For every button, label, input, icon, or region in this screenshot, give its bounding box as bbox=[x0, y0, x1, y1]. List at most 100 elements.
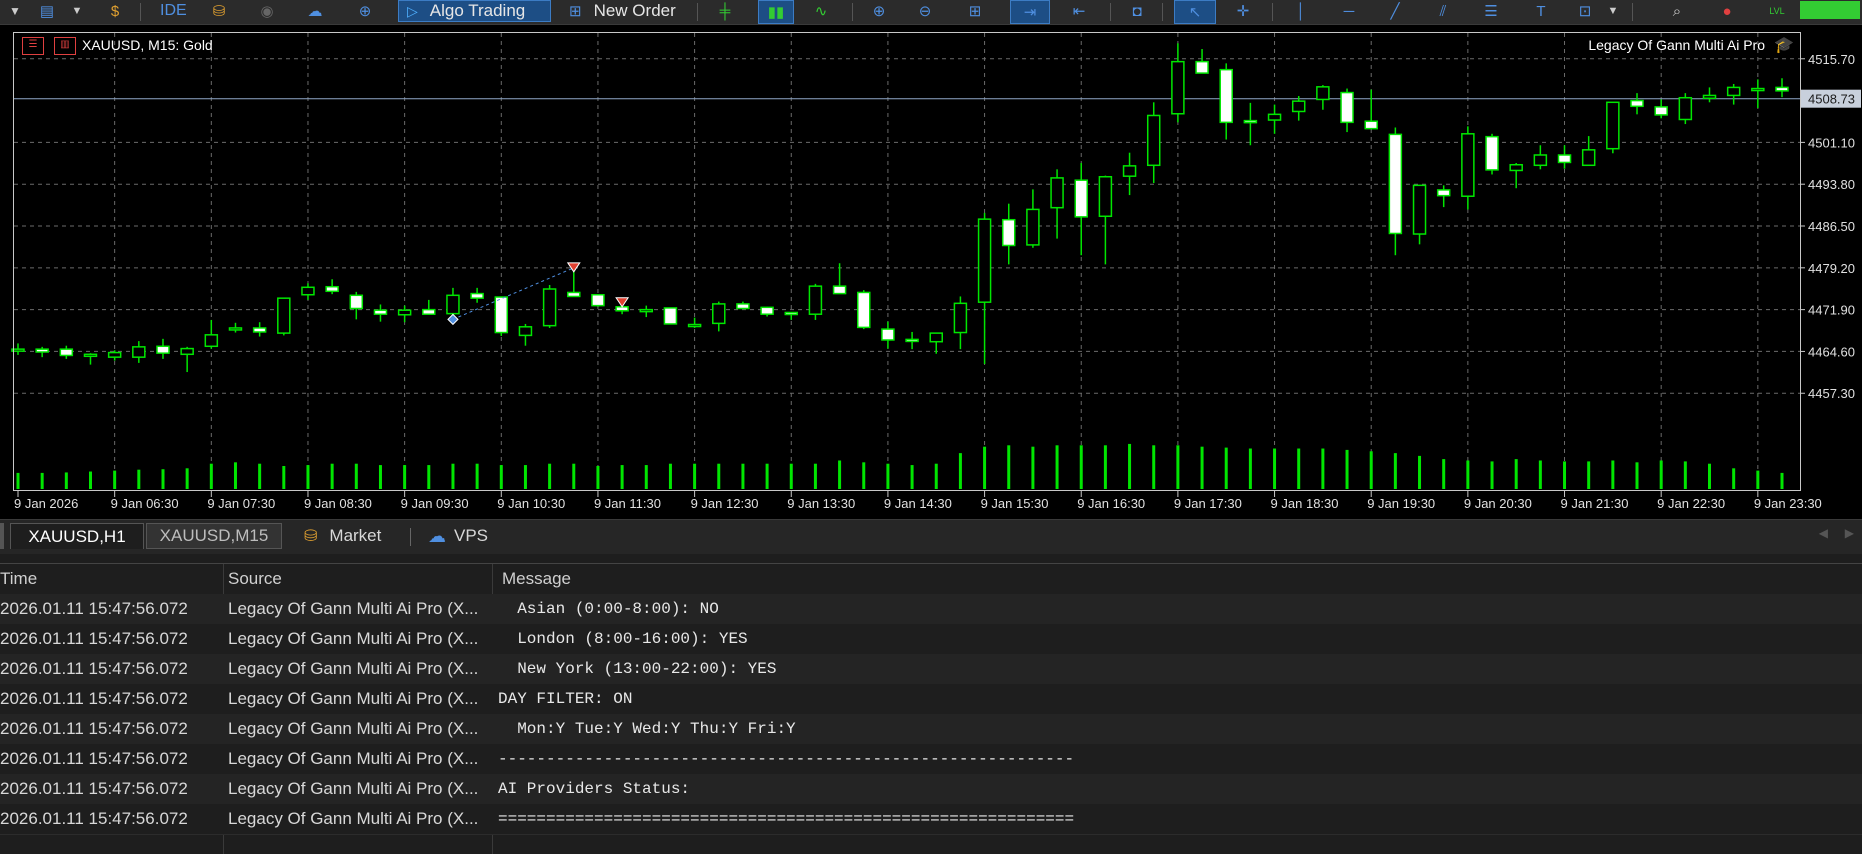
x-axis-tick-label: 9 Jan 19:30 bbox=[1367, 496, 1435, 511]
tab-market-label: Market bbox=[329, 526, 382, 545]
tab-xauusd-h1[interactable]: XAUUSD,H1 bbox=[10, 523, 144, 549]
add-globe-icon[interactable]: ⊕ bbox=[352, 0, 378, 22]
journal-row[interactable]: 2026.01.11 15:47:56.072 Legacy Of Gann Mu… bbox=[0, 774, 1862, 805]
header-source[interactable]: Source bbox=[228, 564, 490, 594]
auto-scroll-icon[interactable]: ⇥ bbox=[1010, 0, 1050, 24]
zoom-out-icon[interactable]: ⊖ bbox=[912, 0, 938, 22]
search-icon[interactable]: ⌕ bbox=[1664, 0, 1690, 22]
x-axis-tick-label: 9 Jan 06:30 bbox=[111, 496, 179, 511]
ide-button[interactable]: IDE bbox=[152, 0, 197, 22]
header-time[interactable]: Time bbox=[0, 564, 222, 594]
fibonacci-icon[interactable]: ☰ bbox=[1478, 0, 1504, 22]
tab-scroll-right-icon[interactable]: ▶ bbox=[1845, 526, 1854, 540]
x-axis-tick-label: 9 Jan 22:30 bbox=[1657, 496, 1725, 511]
new-order-button[interactable]: ⊞ New Order bbox=[561, 0, 691, 22]
y-axis-tick-label: 4515.70 bbox=[1808, 52, 1855, 67]
tab-market[interactable]: ⛁ Market bbox=[304, 523, 381, 549]
chart-frame bbox=[13, 32, 1801, 491]
x-axis-tick-label: 9 Jan 23:30 bbox=[1754, 496, 1822, 511]
log-message: London (8:00-16:00): YES bbox=[498, 630, 748, 648]
x-axis-tick-label: 9 Jan 07:30 bbox=[207, 496, 275, 511]
dropdown-arrow-icon[interactable]: ▼ bbox=[2, 0, 28, 22]
x-axis-tick-label: 9 Jan 17:30 bbox=[1174, 496, 1242, 511]
journal-row[interactable]: 2026.01.11 15:47:56.072 Legacy Of Gann Mu… bbox=[0, 804, 1862, 835]
x-axis-tick-label: 9 Jan 2026 bbox=[14, 496, 78, 511]
x-axis-tick-label: 9 Jan 11:30 bbox=[594, 496, 661, 511]
journal-row[interactable]: 2026.01.11 15:47:56.072 Legacy Of Gann Mu… bbox=[0, 654, 1862, 685]
tab-xauusd-m15[interactable]: XAUUSD,M15 bbox=[146, 523, 282, 549]
log-message: AI Providers Status: bbox=[498, 780, 691, 798]
y-axis-tick-label: 4486.50 bbox=[1808, 219, 1855, 234]
log-time: 2026.01.11 15:47:56.072 bbox=[0, 749, 188, 768]
candlestick-chart-icon[interactable]: ▮▮ bbox=[758, 0, 794, 24]
depth-of-market-icon[interactable]: ▥ bbox=[54, 37, 76, 55]
channel-icon[interactable]: ⫽ bbox=[1430, 0, 1456, 22]
bag-icon[interactable]: ⛁ bbox=[206, 0, 232, 22]
chart-window[interactable]: 4515.70 4501.10 4493.80 4486.50 4479.20 4471.… bbox=[0, 25, 1862, 519]
tile-windows-icon[interactable]: ⊞ bbox=[962, 0, 988, 22]
main-toolbar: ▼ ▤ ▼ $ IDE ⛁ ◉ ☁ ⊕ ▷ Algo Trading ⊞ New… bbox=[0, 0, 1862, 25]
cloud-icon: ☁ bbox=[428, 525, 446, 546]
shapes-icon[interactable]: ⊡ bbox=[1572, 0, 1598, 22]
dollar-icon[interactable]: $ bbox=[102, 0, 128, 22]
chart-shift-icon[interactable]: ⇤ bbox=[1066, 0, 1092, 22]
x-axis-tick-label: 9 Jan 16:30 bbox=[1077, 496, 1145, 511]
zoom-in-icon[interactable]: ⊕ bbox=[866, 0, 892, 22]
chevron-down-icon[interactable]: ▼ bbox=[64, 0, 90, 22]
toolbar-divider bbox=[697, 3, 698, 21]
log-time: 2026.01.11 15:47:56.072 bbox=[0, 629, 188, 648]
horizontal-line-icon[interactable]: ─ bbox=[1336, 0, 1362, 22]
trade-panel-icon[interactable]: ☰ bbox=[22, 37, 44, 55]
log-message: Mon:Y Tue:Y Wed:Y Thu:Y Fri:Y bbox=[498, 720, 796, 738]
crosshair-icon[interactable]: ✛ bbox=[1230, 0, 1256, 22]
log-time: 2026.01.11 15:47:56.072 bbox=[0, 719, 188, 738]
y-axis-tick-label: 4479.20 bbox=[1808, 261, 1855, 276]
log-message: ----------------------------------------… bbox=[498, 750, 1075, 768]
x-axis-tick-label: 9 Jan 21:30 bbox=[1561, 496, 1629, 511]
vertical-line-icon[interactable]: │ bbox=[1288, 0, 1314, 22]
y-axis-tick-label: 4501.10 bbox=[1808, 135, 1855, 150]
bar-chart-icon[interactable]: ╪ bbox=[712, 0, 738, 22]
journal-row[interactable]: 2026.01.11 15:47:56.072 Legacy Of Gann Mu… bbox=[0, 744, 1862, 775]
x-axis-tick-label: 9 Jan 12:30 bbox=[691, 496, 759, 511]
notifications-icon[interactable]: ● bbox=[1714, 0, 1740, 22]
line-chart-icon[interactable]: ∿ bbox=[808, 0, 834, 22]
x-axis-tick-label: 9 Jan 08:30 bbox=[304, 496, 372, 511]
log-source: Legacy Of Gann Multi Ai Pro (X... bbox=[228, 689, 479, 708]
expert-advisor-icon[interactable]: 🎓 bbox=[1774, 35, 1794, 55]
toolbar-divider bbox=[140, 3, 141, 21]
tab-vps[interactable]: ☁ VPS bbox=[428, 523, 488, 549]
toolbar-divider bbox=[1110, 3, 1111, 21]
chevron-down-icon[interactable]: ▼ bbox=[1600, 0, 1626, 22]
trendline-icon[interactable]: ╱ bbox=[1382, 0, 1408, 22]
toolbar-divider bbox=[1272, 3, 1273, 21]
header-message[interactable]: Message bbox=[502, 564, 571, 594]
y-axis-tick-label: 4493.80 bbox=[1808, 177, 1855, 192]
text-tool-icon[interactable]: Т bbox=[1528, 0, 1554, 22]
cursor-icon[interactable]: ↖ bbox=[1174, 0, 1216, 24]
journal-row[interactable]: 2026.01.11 15:47:56.072 Legacy Of Gann Mu… bbox=[0, 624, 1862, 655]
log-time: 2026.01.11 15:47:56.072 bbox=[0, 659, 188, 678]
chart-tab-bar: XAUUSD,H1 XAUUSD,M15 ⛁ Market ☁ VPS ◀ ▶ bbox=[0, 519, 1862, 554]
journal-row[interactable]: 2026.01.11 15:47:56.072 Legacy Of Gann Mu… bbox=[0, 684, 1862, 715]
x-axis-tick-label: 9 Jan 20:30 bbox=[1464, 496, 1532, 511]
journal-row[interactable]: 2026.01.11 15:47:56.072 Legacy Of Gann Mu… bbox=[0, 594, 1862, 625]
cloud-icon[interactable]: ☁ bbox=[302, 0, 328, 22]
log-time: 2026.01.11 15:47:56.072 bbox=[0, 779, 188, 798]
log-source: Legacy Of Gann Multi Ai Pro (X... bbox=[228, 599, 479, 618]
log-source: Legacy Of Gann Multi Ai Pro (X... bbox=[228, 749, 479, 768]
x-axis-tick-label: 9 Jan 13:30 bbox=[787, 496, 855, 511]
expert-advisor-title: Legacy Of Gann Multi Ai Pro bbox=[1588, 37, 1765, 53]
log-source: Legacy Of Gann Multi Ai Pro (X... bbox=[228, 719, 479, 738]
signal-level-icon[interactable]: LVL bbox=[1764, 0, 1790, 22]
chart-type-icon[interactable]: ▤ bbox=[34, 0, 60, 22]
screenshot-icon[interactable]: ◘ bbox=[1124, 0, 1150, 22]
y-axis-tick-label: 4464.60 bbox=[1808, 344, 1855, 359]
journal-row[interactable]: 2026.01.11 15:47:56.072 Legacy Of Gann Mu… bbox=[0, 714, 1862, 745]
signal-icon[interactable]: ◉ bbox=[254, 0, 280, 22]
bag-icon: ⛁ bbox=[304, 528, 318, 545]
x-axis-tick-label: 9 Jan 15:30 bbox=[981, 496, 1049, 511]
tab-scroll-left-icon[interactable]: ◀ bbox=[1819, 526, 1828, 540]
log-message: New York (13:00-22:00): YES bbox=[498, 660, 777, 678]
algo-trading-button[interactable]: ▷ Algo Trading bbox=[398, 0, 551, 22]
